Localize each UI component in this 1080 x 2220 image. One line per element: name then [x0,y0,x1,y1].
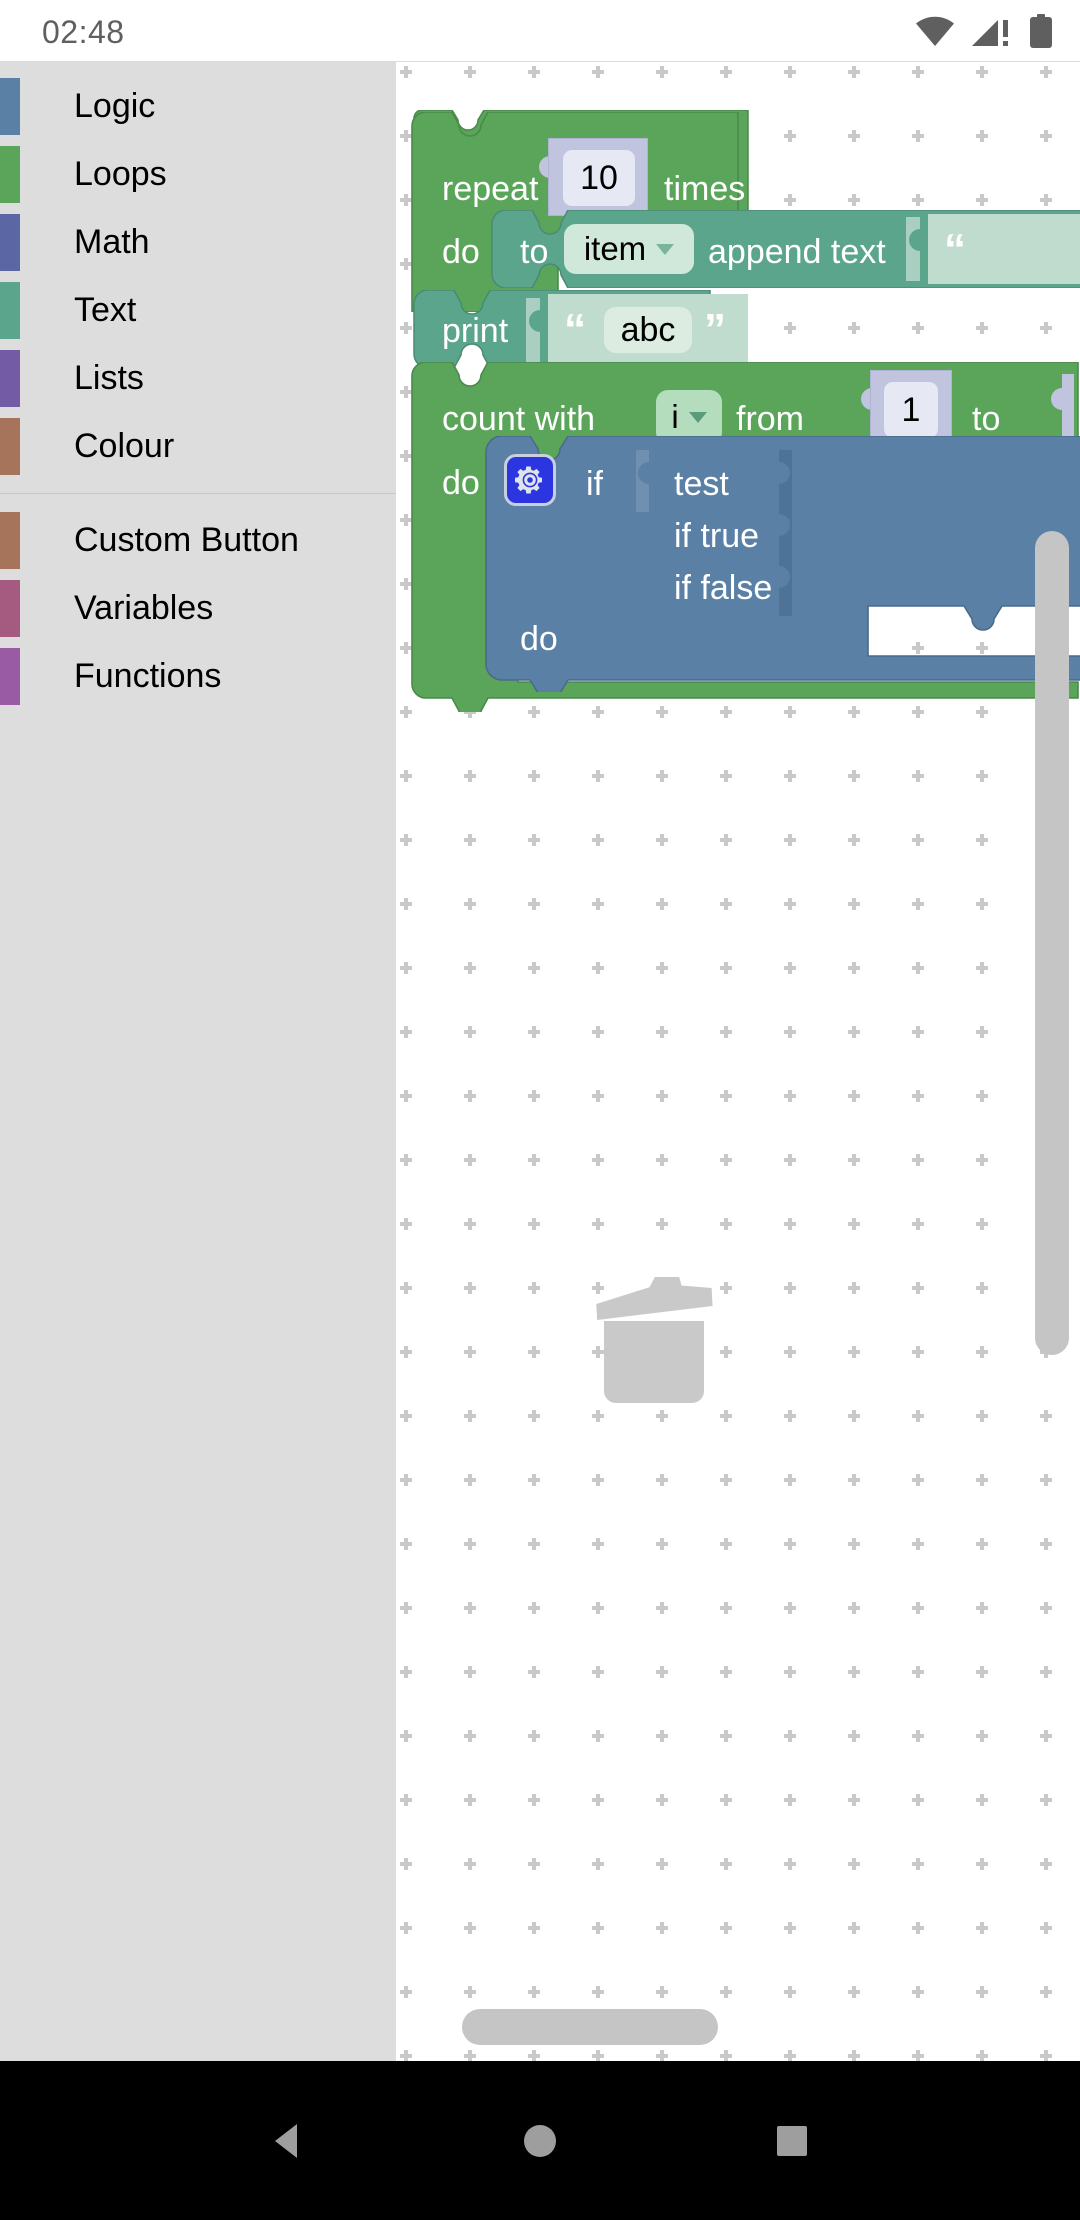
wifi-icon [916,16,954,46]
count-from-label: from [736,400,804,438]
toolbox-group-custom: Custom Button Variables Functions [0,506,396,710]
append-variable-dropdown[interactable]: item [564,224,694,274]
sidebar-item-functions[interactable]: Functions [0,642,396,710]
append-open-quote-icon: “ [944,225,966,274]
category-color-swatch [0,282,20,339]
toolbox-sidebar[interactable]: Logic Loops Math Text Lists Colour Custo… [0,62,396,2061]
count-variable-value: i [671,398,679,435]
sidebar-item-lists[interactable]: Lists [0,344,396,412]
sidebar-item-label: Loops [74,155,167,193]
category-color-swatch [0,146,20,203]
category-color-swatch [0,78,20,135]
status-bar-clock: 02:48 [42,14,125,50]
category-color-swatch [0,418,20,475]
sidebar-item-label: Lists [74,359,144,397]
if-do-label: do [520,620,558,658]
count-from-value[interactable]: 1 [884,382,938,438]
status-bar-icons [916,12,1052,50]
category-color-swatch [0,214,20,271]
count-with-label: count with [442,400,596,438]
sidebar-item-label: Variables [74,589,214,627]
sidebar-item-custom-button[interactable]: Custom Button [0,506,396,574]
block-canvas[interactable]: repeat 10 times do to item append text “… [396,62,1080,2061]
count-to-socket [1051,374,1074,444]
blockly-workspace[interactable]: repeat 10 times do to item append text “… [396,62,1080,2061]
repeat-do-label: do [442,233,480,271]
open-quote-icon: “ [564,305,586,354]
if-test-label: test [674,465,729,503]
sidebar-item-label: Text [74,291,137,329]
recents-button[interactable] [771,2120,813,2162]
sidebar-item-loops[interactable]: Loops [0,140,396,208]
if-block-mutator-button[interactable] [504,454,556,506]
count-to-label: to [972,400,1001,438]
gear-icon [515,466,542,494]
battery-full-icon [1030,14,1052,48]
sidebar-item-text[interactable]: Text [0,276,396,344]
if-label: if [586,465,603,503]
toolbox-divider [0,493,396,494]
close-quote-icon: ” [704,305,726,354]
sidebar-item-label: Colour [74,427,175,465]
cellular-signal-warning-icon [972,20,1008,46]
append-to-label: to [520,233,549,271]
count-do-label: do [442,464,480,502]
sidebar-item-label: Custom Button [74,521,299,559]
phone-screen: 02:48 Logic Loops Math Text Lists Colour… [0,0,1080,2220]
chevron-down-icon [688,411,707,423]
text-string-value[interactable]: abc [604,307,692,353]
sidebar-item-colour[interactable]: Colour [0,412,396,480]
category-color-swatch [0,350,20,407]
trash-can-icon[interactable] [594,1277,714,1407]
back-button[interactable] [267,2120,309,2162]
sidebar-item-label: Functions [74,657,222,695]
chevron-down-icon [656,243,675,255]
if-test-socket [636,450,649,512]
sidebar-item-variables[interactable]: Variables [0,574,396,642]
category-color-swatch [0,580,20,637]
horizontal-scrollbar[interactable] [462,2009,718,2045]
sidebar-item-math[interactable]: Math [0,208,396,276]
if-false-right-notch [779,554,792,616]
toolbox-group-standard: Logic Loops Math Text Lists Colour [0,72,396,480]
append-variable-value: item [583,230,647,267]
vertical-scrollbar[interactable] [1035,531,1069,1355]
status-bar: 02:48 [0,0,1080,62]
sidebar-item-logic[interactable]: Logic [0,72,396,140]
repeat-times-number-block[interactable]: 10 [548,138,648,216]
times-label: times [664,170,746,208]
sidebar-item-label: Math [74,223,150,261]
repeat-label: repeat [442,170,539,208]
home-button[interactable] [519,2120,561,2162]
if-true-label: if true [674,517,760,555]
android-navigation-bar [0,2061,1080,2220]
text-string-text: abc [620,310,676,349]
append-text-label: append text [708,233,886,271]
repeat-times-value[interactable]: 10 [563,150,635,206]
print-label: print [442,312,509,350]
if-false-label: if false [674,569,773,607]
category-color-swatch [0,512,20,569]
category-color-swatch [0,648,20,705]
sidebar-item-label: Logic [74,87,156,125]
